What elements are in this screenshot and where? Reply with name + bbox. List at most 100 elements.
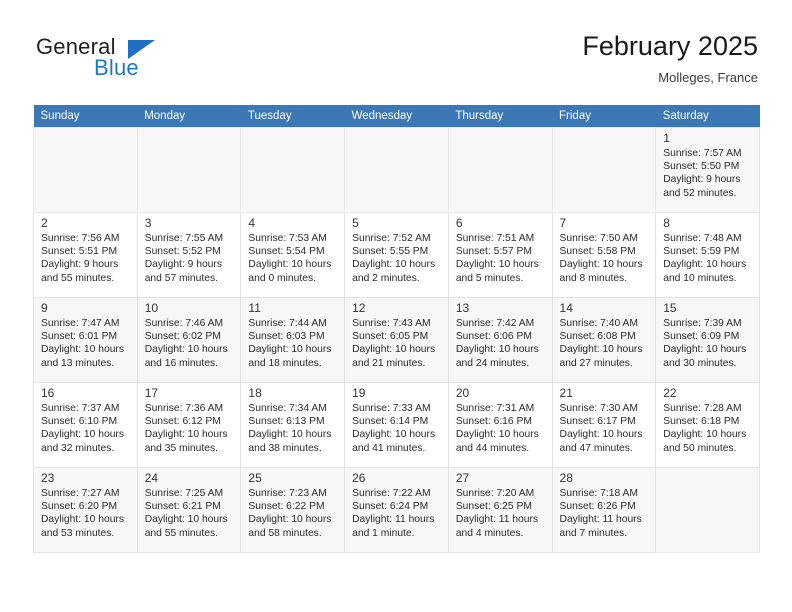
day-info-line: Sunset: 5:58 PM [559,246,636,258]
day-number: 28 [559,471,573,485]
calendar-day-cell[interactable]: 18 Sunrise: 7:34 AM Sunset: 6:13 PM Dayligh… [240,382,346,468]
day-sun-info: Sunrise: 7:30 AM Sunset: 6:17 PM Daylight:… [553,402,656,455]
day-sun-info: Sunrise: 7:22 AM Sunset: 6:24 PM Daylight:… [345,487,448,540]
calendar-cell-empty [447,127,553,213]
day-info-line: and 18 minutes. [248,357,322,369]
day-info-line: Sunrise: 7:39 AM [663,318,742,329]
calendar-day-cell[interactable]: 22 Sunrise: 7:28 AM Sunset: 6:18 PM Dayligh… [655,382,760,468]
day-number: 6 [455,216,463,230]
calendar-day-cell[interactable]: 13 Sunrise: 7:42 AM Sunset: 6:06 PM Dayligh… [447,297,553,383]
day-sun-info: Sunrise: 7:28 AM Sunset: 6:18 PM Daylight:… [656,402,759,455]
calendar-day-cell[interactable]: 11 Sunrise: 7:44 AM Sunset: 6:03 PM Dayligh… [240,297,346,383]
day-number: 20 [455,386,470,400]
day-sun-info: Sunrise: 7:25 AM Sunset: 6:21 PM Daylight:… [138,487,241,540]
calendar-day-cell[interactable]: 3 Sunrise: 7:55 AM Sunset: 5:52 PM Daylight… [136,212,242,298]
calendar-day-cell[interactable]: 2 Sunrise: 7:56 AM Sunset: 5:51 PM Daylight… [33,212,138,298]
brand-logo[interactable]: General Blue [34,34,254,90]
day-info-line: Daylight: 10 hours [663,344,747,356]
day-number: 17 [144,386,159,400]
title-block: February 2025 Molleges, France [582,30,758,88]
calendar-week-row: 9 Sunrise: 7:47 AM Sunset: 6:01 PM Daylight… [33,297,760,383]
calendar-day-cell[interactable]: 14 Sunrise: 7:40 AM Sunset: 6:08 PM Dayligh… [551,297,657,383]
day-info-line: Daylight: 11 hours [455,514,539,526]
day-info-line: Sunset: 6:24 PM [352,501,429,513]
day-number: 9 [41,301,48,315]
day-number: 11 [248,301,261,315]
weekday-header-sunday: Sunday [33,105,138,128]
calendar-day-cell[interactable]: 16 Sunrise: 7:37 AM Sunset: 6:10 PM Dayligh… [33,382,138,468]
calendar-day-cell[interactable]: 9 Sunrise: 7:47 AM Sunset: 6:01 PM Daylight… [33,297,138,383]
calendar-day-cell[interactable]: 27 Sunrise: 7:20 AM Sunset: 6:25 PM Dayligh… [447,467,553,553]
day-info-line: Sunrise: 7:25 AM [144,488,224,499]
day-sun-info: Sunrise: 7:39 AM Sunset: 6:09 PM Daylight:… [656,317,759,370]
day-info-line: Daylight: 10 hours [144,429,228,441]
day-info-line: Sunset: 5:50 PM [663,161,740,173]
calendar-cell-empty [344,127,449,213]
day-sun-info: Sunrise: 7:40 AM Sunset: 6:08 PM Daylight:… [553,317,656,370]
weekday-row: Sunday Monday Tuesday Wednesday Thursday Frid… [33,105,760,128]
day-info-line: Daylight: 10 hours [352,259,436,271]
day-info-line: Sunrise: 7:57 AM [663,148,742,159]
calendar-day-cell[interactable]: 10 Sunrise: 7:46 AM Sunset: 6:02 PM Dayligh… [136,297,242,383]
day-info-line: Sunset: 5:59 PM [663,246,740,258]
day-info-line: Sunset: 6:05 PM [352,331,429,343]
day-info-line: Sunset: 6:18 PM [663,416,740,428]
day-info-line: Sunset: 6:25 PM [455,501,532,513]
calendar-day-cell[interactable]: 12 Sunrise: 7:43 AM Sunset: 6:05 PM Dayligh… [344,297,449,383]
day-number: 18 [248,386,262,400]
day-info-line: Daylight: 10 hours [663,429,747,441]
day-info-line: Sunrise: 7:42 AM [455,318,535,329]
calendar-day-cell[interactable]: 26 Sunrise: 7:22 AM Sunset: 6:24 PM Dayligh… [344,467,449,553]
day-sun-info: Sunrise: 7:33 AM Sunset: 6:14 PM Daylight:… [345,402,448,455]
day-info-line: and 50 minutes. [663,442,737,454]
day-info-line: Sunset: 6:22 PM [248,501,325,513]
day-info-line: Sunrise: 7:44 AM [248,318,327,329]
day-info-line: Sunrise: 7:22 AM [352,488,431,499]
calendar-day-cell[interactable]: 5 Sunrise: 7:52 AM Sunset: 5:55 PM Daylight… [344,212,449,298]
calendar-day-cell[interactable]: 21 Sunrise: 7:30 AM Sunset: 6:17 PM Dayligh… [551,382,657,468]
calendar-page: General Blue February 2025 Molleges, Fra… [0,0,792,612]
calendar-day-cell[interactable]: 17 Sunrise: 7:36 AM Sunset: 6:12 PM Dayligh… [136,382,242,468]
day-info-line: Sunrise: 7:40 AM [559,318,638,329]
calendar-day-cell[interactable]: 4 Sunrise: 7:53 AM Sunset: 5:54 PM Daylight… [240,212,346,298]
day-info-line: Daylight: 9 hours [41,259,119,271]
day-info-line: Sunset: 6:21 PM [144,501,221,513]
calendar-day-cell[interactable]: 15 Sunrise: 7:39 AM Sunset: 6:09 PM Dayligh… [655,297,760,383]
day-info-line: Sunset: 6:26 PM [559,501,636,513]
calendar-day-cell[interactable]: 23 Sunrise: 7:27 AM Sunset: 6:20 PM Dayligh… [33,467,138,553]
calendar-day-cell[interactable]: 28 Sunrise: 7:18 AM Sunset: 6:26 PM Dayligh… [551,467,657,553]
day-info-line: Daylight: 10 hours [352,429,436,441]
day-info-line: Sunrise: 7:47 AM [41,318,120,329]
calendar-day-cell[interactable]: 19 Sunrise: 7:33 AM Sunset: 6:14 PM Dayligh… [344,382,449,468]
day-info-line: Sunset: 5:51 PM [41,246,118,258]
calendar-cell-empty [551,127,657,213]
weekday-header-tuesday: Tuesday [240,105,345,128]
day-info-line: Daylight: 10 hours [455,344,539,356]
day-info-line: Sunset: 6:13 PM [248,416,325,428]
calendar-day-cell[interactable]: 25 Sunrise: 7:23 AM Sunset: 6:22 PM Dayligh… [240,467,346,553]
weekday-header-wednesday: Wednesday [344,105,449,128]
day-sun-info: Sunrise: 7:20 AM Sunset: 6:25 PM Daylight:… [449,487,552,540]
day-info-line: Sunrise: 7:30 AM [559,403,638,414]
calendar-day-cell[interactable]: 24 Sunrise: 7:25 AM Sunset: 6:21 PM Dayligh… [136,467,242,553]
day-number: 23 [41,471,55,485]
day-info-line: Sunrise: 7:33 AM [352,403,431,414]
day-info-line: and 4 minutes. [455,527,524,539]
day-info-line: and 44 minutes. [455,442,530,454]
day-info-line: Sunrise: 7:46 AM [144,318,224,329]
day-info-line: and 58 minutes. [248,527,322,539]
day-info-line: Sunset: 5:54 PM [248,246,325,258]
day-info-line: and 10 minutes. [663,272,737,284]
day-sun-info: Sunrise: 7:52 AM Sunset: 5:55 PM Daylight:… [345,232,448,285]
day-sun-info: Sunrise: 7:42 AM Sunset: 6:06 PM Daylight:… [449,317,552,370]
weekday-header-friday: Friday [552,105,656,128]
day-info-line: Daylight: 9 hours [663,174,741,186]
day-sun-info: Sunrise: 7:27 AM Sunset: 6:20 PM Daylight:… [34,487,137,540]
calendar-day-cell[interactable]: 6 Sunrise: 7:51 AM Sunset: 5:57 PM Daylight… [447,212,553,298]
calendar-day-cell[interactable]: 8 Sunrise: 7:48 AM Sunset: 5:59 PM Daylight… [655,212,760,298]
calendar-day-cell[interactable]: 1 Sunrise: 7:57 AM Sunset: 5:50 PM Daylight… [655,127,760,213]
calendar-day-cell[interactable]: 7 Sunrise: 7:50 AM Sunset: 5:58 PM Daylight… [551,212,657,298]
calendar-day-cell[interactable]: 20 Sunrise: 7:31 AM Sunset: 6:16 PM Dayligh… [447,382,553,468]
day-info-line: Daylight: 10 hours [559,429,643,441]
day-info-line: Daylight: 10 hours [559,344,643,356]
